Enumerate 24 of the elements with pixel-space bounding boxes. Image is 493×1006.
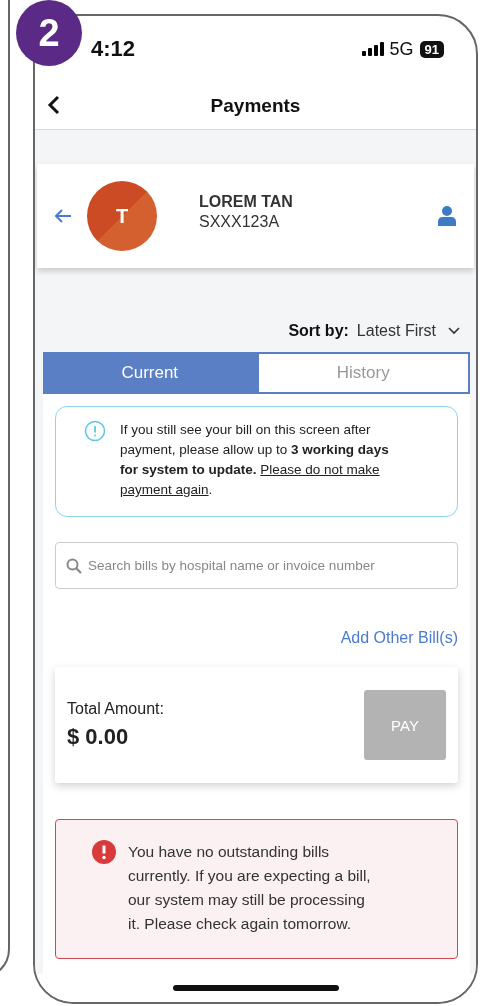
battery-indicator: 91	[419, 40, 444, 58]
search-field[interactable]: Search bills by hospital name or invoice number	[55, 542, 458, 589]
alert-icon	[92, 840, 116, 864]
avatar: T	[87, 181, 157, 251]
search-icon	[66, 558, 82, 574]
step-number-badge: 2	[16, 0, 82, 66]
status-time: 4:12	[91, 36, 136, 62]
alert-notice-text: You have no outstanding bills currently. If you are expecting a bill, our system may still be processing it. Please check again tomorrow.	[128, 842, 372, 934]
sort-dropdown[interactable]: Latest First	[356, 322, 460, 340]
info-notice-text: If you still see your bill on this screen after payment, please allow up to 3 working days for system to update. Please do not make payment again.	[120, 421, 390, 499]
tab[interactable]: History	[256, 352, 470, 394]
network-label: 5G	[389, 38, 414, 60]
patient-name: LOREM TAN	[199, 193, 294, 211]
signal-icon	[361, 42, 384, 56]
info-icon	[84, 420, 106, 442]
person-icon[interactable]	[438, 206, 456, 226]
add-other-bills-link[interactable]: Add Other Bill(s)	[340, 629, 458, 647]
patient-id: SXXX123A	[199, 213, 281, 231]
tab[interactable]: Current	[43, 352, 257, 394]
chevron-down-icon	[448, 327, 460, 335]
total-label: Total Amount:	[67, 700, 164, 718]
page-title: Payments	[210, 94, 301, 117]
sort-label: Sort by:	[288, 322, 349, 340]
total-amount: $ 0.00	[67, 724, 130, 750]
